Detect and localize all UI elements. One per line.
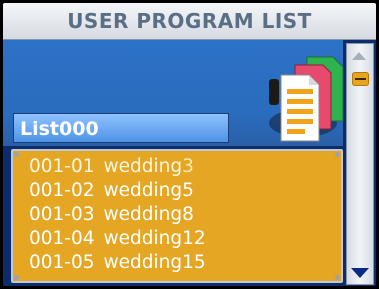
program-code: 001-02 xyxy=(29,180,95,201)
program-list: 001-01 wedding3 001-02 wedding5 001-03 wedd… xyxy=(11,149,343,283)
program-code: 001-03 xyxy=(29,204,95,225)
program-number: 15 xyxy=(182,252,206,273)
program-name: wedding xyxy=(103,204,183,225)
program-name: wedding xyxy=(103,228,183,249)
page-title: USER PROGRAM LIST xyxy=(67,9,312,33)
program-name: wedding xyxy=(103,180,183,201)
device-screen: USER PROGRAM LIST List000 001-01 wedding… xyxy=(0,0,379,289)
title-bar: USER PROGRAM LIST xyxy=(3,3,376,40)
scroll-down-icon[interactable] xyxy=(351,268,369,278)
program-code: 001-04 xyxy=(29,228,95,249)
list-name-field[interactable]: List000 xyxy=(13,113,229,143)
rivet xyxy=(335,152,340,157)
program-number: 8 xyxy=(182,204,194,225)
rivet xyxy=(14,275,19,280)
program-number: 5 xyxy=(182,180,194,201)
scroll-thumb[interactable] xyxy=(352,72,369,86)
program-number: 3 xyxy=(182,156,194,177)
program-code: 001-01 xyxy=(29,156,95,177)
program-number: 12 xyxy=(182,228,206,249)
thumb-grip-icon xyxy=(355,78,366,80)
user-program-list-panel: USER PROGRAM LIST List000 001-01 wedding… xyxy=(3,3,376,286)
rivet xyxy=(14,152,19,157)
list-item[interactable]: 001-02 wedding5 xyxy=(29,179,194,203)
rivet xyxy=(335,275,340,280)
program-code: 001-05 xyxy=(29,252,95,273)
list-item[interactable]: 001-01 wedding3 xyxy=(29,155,194,179)
list-item[interactable]: 001-05 wedding15 xyxy=(29,251,206,275)
scroll-up-icon[interactable] xyxy=(352,52,366,60)
program-files-icon xyxy=(269,56,344,142)
program-name: wedding xyxy=(103,156,183,177)
list-name-label: List000 xyxy=(20,118,99,140)
list-item[interactable]: 001-03 wedding8 xyxy=(29,203,194,227)
list-scrollbar[interactable] xyxy=(346,43,374,285)
list-item[interactable]: 001-04 wedding12 xyxy=(29,227,206,251)
program-name: wedding xyxy=(103,252,183,273)
